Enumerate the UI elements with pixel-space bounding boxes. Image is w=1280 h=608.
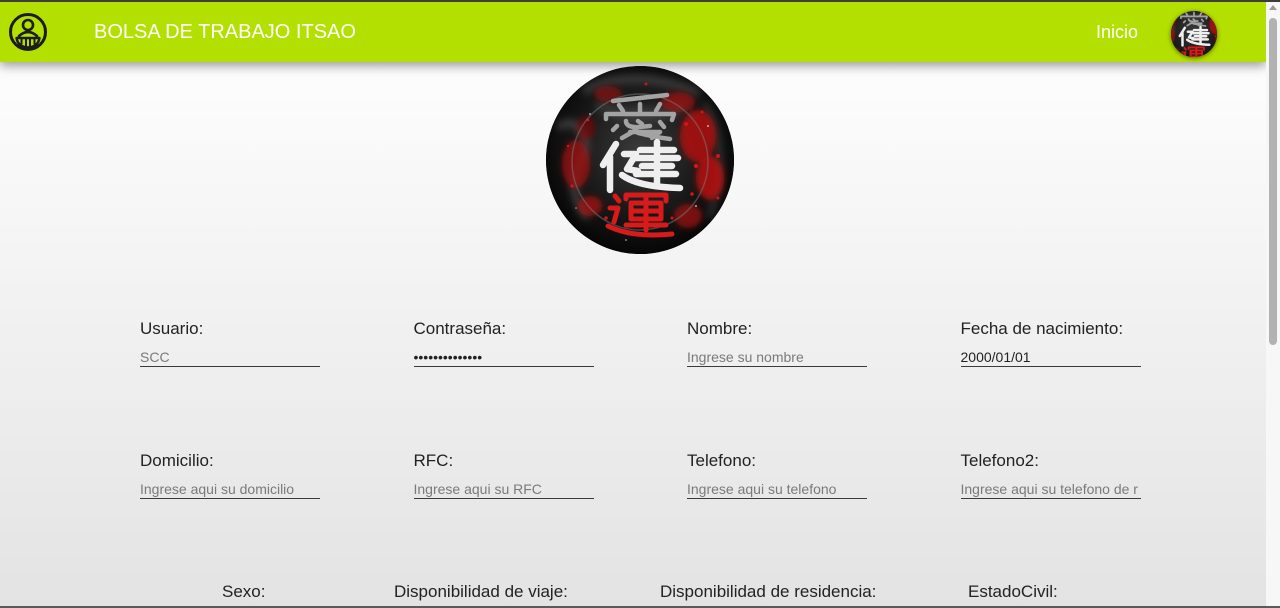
profile-photo-graphic <box>546 66 734 254</box>
scrollbar-thumb[interactable] <box>1269 18 1277 345</box>
sexo-label: Sexo: <box>222 582 266 601</box>
domicilio-input[interactable] <box>140 480 320 499</box>
field-contrasena: Contraseña: <box>413 319 594 367</box>
profile-avatar-graphic <box>1171 11 1217 57</box>
telefono2-label: Telefono2: <box>960 451 1039 470</box>
telefono2-input[interactable] <box>960 480 1141 499</box>
nombre-label: Nombre: <box>687 319 753 338</box>
contrasena-label: Contraseña: <box>413 319 507 338</box>
vertical-scrollbar[interactable] <box>1266 0 1280 608</box>
rfc-input[interactable] <box>413 480 594 499</box>
telefono-label: Telefono: <box>687 451 756 470</box>
field-usuario: Usuario: <box>140 319 320 367</box>
field-fecha-nacimiento: Fecha de nacimiento: <box>960 319 1141 367</box>
page-content: BOLSA DE TRABAJO ITSAO Inicio Usuario: C… <box>0 0 1266 608</box>
profile-form: Usuario: Contraseña: Nombre: Fecha de na… <box>140 319 1141 499</box>
group-logo-icon <box>8 12 48 52</box>
brand-title-link[interactable]: BOLSA DE TRABAJO ITSAO <box>94 2 356 62</box>
contrasena-input[interactable] <box>413 348 594 367</box>
profile-photo <box>546 66 734 254</box>
field-telefono: Telefono: <box>687 451 867 499</box>
field-rfc: RFC: <box>413 451 594 499</box>
disponibilidad-residencia-label: Disponibilidad de residencia: <box>660 582 877 601</box>
scroll-up-arrow-icon[interactable] <box>1269 5 1277 10</box>
fecha-nacimiento-label: Fecha de nacimiento: <box>960 319 1124 338</box>
rfc-label: RFC: <box>413 451 454 470</box>
estado-civil-label: EstadoCivil: <box>968 582 1058 601</box>
field-domicilio: Domicilio: <box>140 451 320 499</box>
field-telefono2: Telefono2: <box>960 451 1141 499</box>
telefono-input[interactable] <box>687 480 867 499</box>
usuario-label: Usuario: <box>140 319 204 338</box>
top-navbar: BOLSA DE TRABAJO ITSAO Inicio <box>0 2 1266 62</box>
disponibilidad-viaje-label: Disponibilidad de viaje: <box>394 582 568 601</box>
fecha-nacimiento-input[interactable] <box>960 348 1141 367</box>
profile-avatar-icon[interactable] <box>1171 11 1217 57</box>
nav-link-inicio[interactable]: Inicio <box>1096 2 1138 62</box>
nombre-input[interactable] <box>687 348 867 367</box>
window-top-edge <box>0 0 1280 2</box>
field-nombre: Nombre: <box>687 319 867 367</box>
usuario-input[interactable] <box>140 348 320 367</box>
domicilio-label: Domicilio: <box>140 451 214 470</box>
group-logo-icon-graphic <box>9 13 47 51</box>
